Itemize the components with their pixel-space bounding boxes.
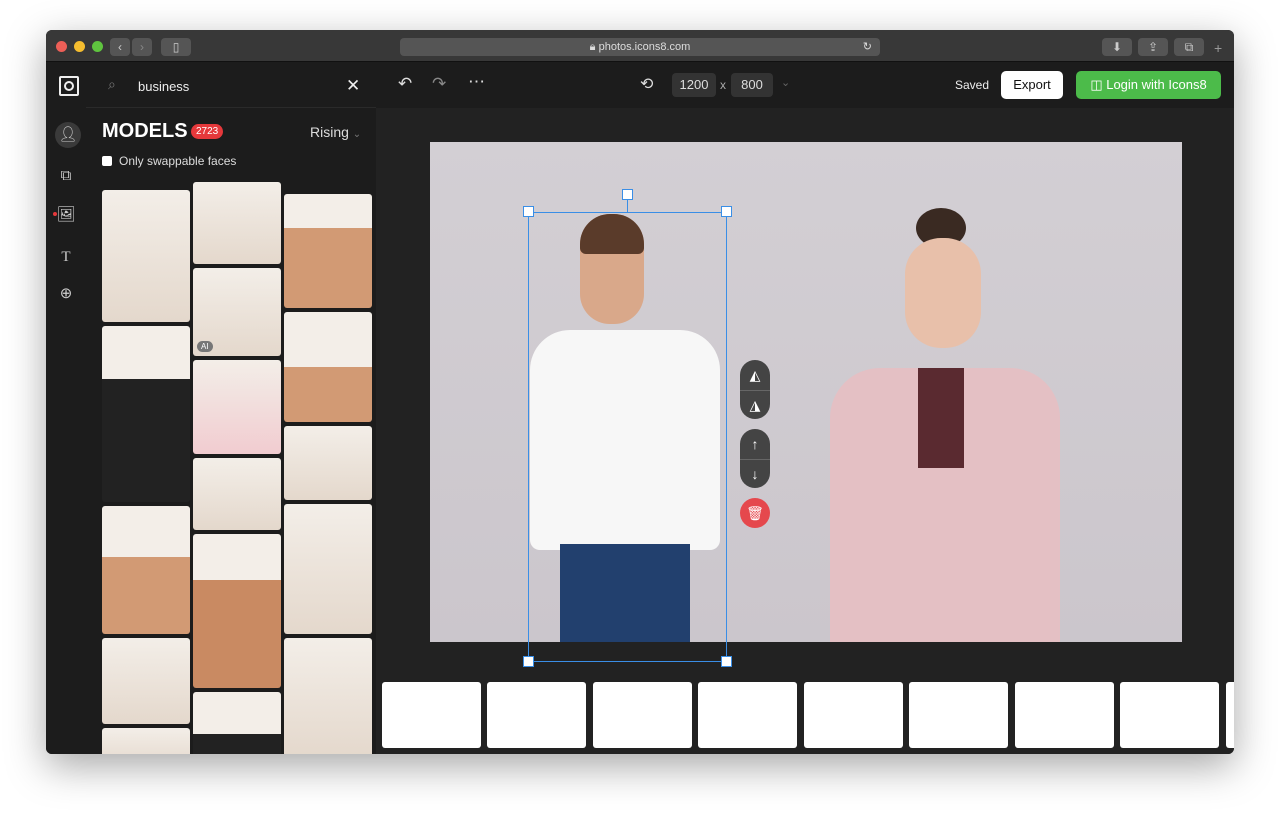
template-strip: [382, 682, 1234, 750]
rotate-handle[interactable]: [622, 189, 633, 200]
template-thumbnail[interactable]: [804, 682, 903, 748]
template-thumbnail[interactable]: [1015, 682, 1114, 748]
count-badge: 2723: [191, 124, 224, 139]
delete-icon[interactable]: 🗑︎: [740, 498, 770, 528]
model-thumbnail[interactable]: [284, 426, 372, 500]
model-thumbnail[interactable]: [193, 534, 281, 688]
text-icon[interactable]: T: [56, 247, 76, 267]
canvas[interactable]: ◭ ◮ ↑ ↓ 🗑︎: [430, 142, 1182, 667]
resize-handle-tr[interactable]: [721, 206, 732, 217]
send-backward-icon[interactable]: ↓: [740, 459, 770, 488]
browser-window: ‹ › ▯ 🔒︎ photos.icons8.com ↻ ⬇ ⇪ ⧉ + 👤︎ ⧉…: [46, 30, 1234, 754]
model-thumbnail[interactable]: [102, 190, 190, 322]
selection-box[interactable]: [528, 212, 727, 662]
models-grid: AI: [102, 182, 374, 754]
template-thumbnail[interactable]: [909, 682, 1008, 748]
models-icon[interactable]: 👤︎: [55, 122, 81, 148]
clear-search-icon[interactable]: ✕: [346, 76, 360, 96]
woman-model[interactable]: [830, 208, 1060, 642]
url-text: photos.icons8.com: [598, 41, 691, 53]
template-thumbnail[interactable]: [1120, 682, 1219, 748]
more-icon[interactable]: ⋯: [468, 72, 485, 92]
dimension-separator: x: [720, 78, 726, 92]
icons8-logo-icon: ◫: [1090, 77, 1107, 92]
backgrounds-icon[interactable]: 🖼︎: [56, 205, 76, 225]
model-thumbnail[interactable]: [193, 182, 281, 264]
panel-title: MODELS: [102, 120, 188, 142]
bring-forward-icon[interactable]: ↑: [740, 429, 770, 459]
template-thumbnail[interactable]: [593, 682, 692, 748]
models-panel: ⌕ business ✕ MODELS 2723 Rising ⌄ Only s…: [86, 62, 376, 754]
model-thumbnail[interactable]: [102, 728, 190, 754]
maximize-window-button[interactable]: [92, 41, 103, 52]
model-thumbnail[interactable]: [284, 504, 372, 634]
editor-toolbar: ↶ ↷ ⋯ ⟲ 1200 x 800 ⌄ Saved Export ◫ Logi…: [376, 62, 1234, 108]
swappable-checkbox[interactable]: [102, 156, 112, 166]
model-thumbnail[interactable]: [284, 312, 372, 422]
undo-icon[interactable]: ↶: [398, 74, 412, 94]
objects-icon[interactable]: ⧉: [56, 166, 76, 186]
template-thumbnail[interactable]: [698, 682, 797, 748]
model-thumbnail[interactable]: [284, 638, 372, 754]
share-icon[interactable]: ⇪: [1138, 38, 1168, 56]
lock-icon: 🔒︎: [589, 41, 599, 53]
model-thumbnail[interactable]: [102, 638, 190, 724]
back-button[interactable]: ‹: [110, 38, 130, 56]
resize-handle-br[interactable]: [721, 656, 732, 667]
model-thumbnail[interactable]: [284, 194, 372, 308]
reload-icon[interactable]: ↻: [863, 38, 872, 56]
search-input[interactable]: business: [138, 79, 189, 94]
save-status: Saved: [955, 78, 990, 92]
export-button[interactable]: Export: [1001, 71, 1063, 99]
new-tab-icon[interactable]: +: [1214, 40, 1222, 56]
size-chevron-icon[interactable]: ⌄: [781, 76, 790, 89]
logo-icon[interactable]: [59, 76, 79, 96]
title-bar: ‹ › ▯ 🔒︎ photos.icons8.com ↻ ⬇ ⇪ ⧉ +: [46, 30, 1234, 62]
add-icon[interactable]: ⊕: [56, 284, 76, 304]
ai-badge: AI: [197, 341, 213, 352]
search-icon: ⌕: [108, 76, 116, 92]
tool-rail: 👤︎ ⧉ 🖼︎ T ⊕: [46, 62, 86, 754]
swappable-label: Only swappable faces: [119, 154, 237, 168]
model-thumbnail[interactable]: [102, 506, 190, 634]
model-thumbnail[interactable]: [193, 458, 281, 530]
flip-vertical-icon[interactable]: ◮: [740, 390, 770, 419]
rotate-icon[interactable]: ⟲: [640, 74, 653, 94]
model-thumbnail[interactable]: [193, 360, 281, 454]
resize-handle-bl[interactable]: [523, 656, 534, 667]
close-window-button[interactable]: [56, 41, 67, 52]
editor-area: ↶ ↷ ⋯ ⟲ 1200 x 800 ⌄ Saved Export ◫ Logi…: [376, 62, 1234, 754]
model-thumbnail[interactable]: AI: [193, 268, 281, 356]
sidebar-toggle-icon[interactable]: ▯: [161, 38, 191, 56]
sort-value: Rising: [310, 124, 349, 140]
chevron-down-icon: ⌄: [352, 129, 362, 140]
width-input[interactable]: 1200: [672, 73, 716, 97]
forward-button[interactable]: ›: [132, 38, 152, 56]
tabs-icon[interactable]: ⧉: [1174, 38, 1204, 56]
redo-icon[interactable]: ↷: [432, 74, 446, 94]
download-icon[interactable]: ⬇: [1102, 38, 1132, 56]
flip-horizontal-icon[interactable]: ◭: [740, 360, 770, 390]
height-input[interactable]: 800: [731, 73, 773, 97]
address-bar[interactable]: 🔒︎ photos.icons8.com ↻: [400, 38, 880, 56]
model-thumbnail[interactable]: [102, 326, 190, 502]
model-thumbnail[interactable]: [193, 692, 281, 754]
resize-handle-tl[interactable]: [523, 206, 534, 217]
minimize-window-button[interactable]: [74, 41, 85, 52]
search-bar: ⌕ business ✕: [86, 62, 376, 108]
template-thumbnail[interactable]: [487, 682, 586, 748]
template-thumbnail[interactable]: [382, 682, 481, 748]
login-button[interactable]: ◫ Login with Icons8: [1076, 71, 1221, 99]
login-label: Login with Icons8: [1106, 77, 1207, 92]
sort-dropdown[interactable]: Rising ⌄: [310, 124, 361, 140]
template-thumbnail[interactable]: [1226, 682, 1234, 748]
